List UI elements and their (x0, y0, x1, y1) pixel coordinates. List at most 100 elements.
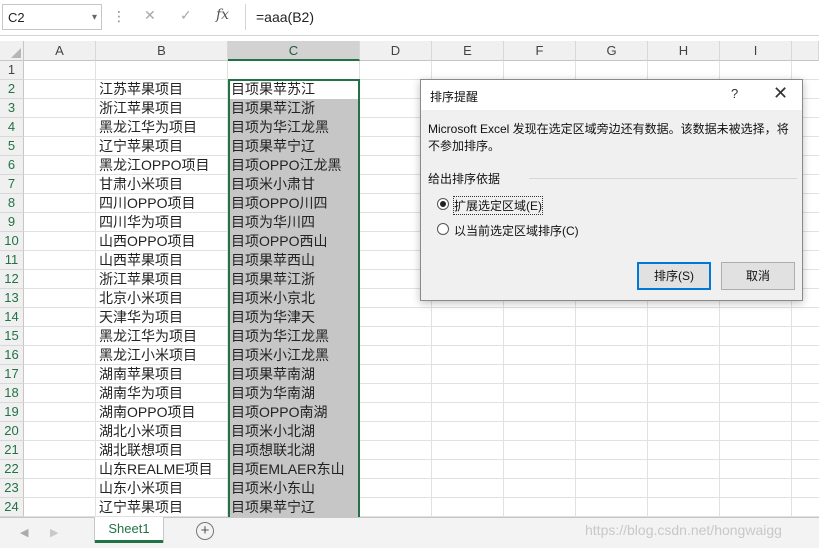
cell-b2[interactable]: 江苏苹果项目 (96, 80, 228, 99)
cell-b5[interactable]: 辽宁苹果项目 (96, 137, 228, 156)
cell-b22[interactable]: 山东REALME项目 (96, 460, 228, 479)
cancel-icon[interactable]: ✕ (144, 7, 156, 24)
row-header-14[interactable]: 14 (0, 308, 24, 327)
cell-b7[interactable]: 甘肃小米项目 (96, 175, 228, 194)
help-icon[interactable]: ? (731, 86, 738, 101)
cell-c20[interactable]: 目项米小北湖 (228, 422, 360, 441)
cell-b24[interactable]: 辽宁苹果项目 (96, 498, 228, 517)
row-header-10[interactable]: 10 (0, 232, 24, 251)
cell-c3[interactable]: 目项果苹江浙 (228, 99, 360, 118)
cell-b19[interactable]: 湖南OPPO项目 (96, 403, 228, 422)
cell-b23[interactable]: 山东小米项目 (96, 479, 228, 498)
column-header-e[interactable]: E (432, 41, 504, 61)
cancel-button[interactable]: 取消 (721, 262, 795, 290)
cell-c11[interactable]: 目项果苹西山 (228, 251, 360, 270)
expand-selection-label[interactable]: 扩展选定区域(E) (453, 196, 543, 215)
cell-c24[interactable]: 目项果苹宁辽 (228, 498, 360, 517)
row-header-1[interactable]: 1 (0, 61, 24, 80)
cell-b4[interactable]: 黑龙江华为项目 (96, 118, 228, 137)
row-header-5[interactable]: 5 (0, 137, 24, 156)
row-header-19[interactable]: 19 (0, 403, 24, 422)
row-header-12[interactable]: 12 (0, 270, 24, 289)
cell-c18[interactable]: 目项为华南湖 (228, 384, 360, 403)
cell-c10[interactable]: 目项OPPO西山 (228, 232, 360, 251)
row-header-24[interactable]: 24 (0, 498, 24, 517)
tab-sheet1[interactable]: Sheet1 (95, 517, 163, 543)
cell-c12[interactable]: 目项果苹江浙 (228, 270, 360, 289)
cell-c15[interactable]: 目项为华江龙黑 (228, 327, 360, 346)
row-header-13[interactable]: 13 (0, 289, 24, 308)
cell-b9[interactable]: 四川华为项目 (96, 213, 228, 232)
row-header-23[interactable]: 23 (0, 479, 24, 498)
column-header-i[interactable]: I (720, 41, 792, 61)
cell-b13[interactable]: 北京小米项目 (96, 289, 228, 308)
more-vertical-icon[interactable]: ⋮ (112, 8, 126, 25)
name-box[interactable]: C2 ▾ (2, 4, 102, 30)
cell-c4[interactable]: 目项为华江龙黑 (228, 118, 360, 137)
cell-b8[interactable]: 四川OPPO项目 (96, 194, 228, 213)
row-header-21[interactable]: 21 (0, 441, 24, 460)
row-header-18[interactable]: 18 (0, 384, 24, 403)
cell-b15[interactable]: 黑龙江华为项目 (96, 327, 228, 346)
insert-function-icon[interactable]: fx (216, 7, 229, 23)
sort-button[interactable]: 排序(S) (637, 262, 711, 290)
cell-b12[interactable]: 浙江苹果项目 (96, 270, 228, 289)
cell-c8[interactable]: 目项OPPO川四 (228, 194, 360, 213)
select-all-corner[interactable] (0, 41, 24, 61)
column-header-c[interactable]: C (228, 41, 360, 61)
column-header-b[interactable]: B (96, 41, 228, 61)
column-header-h[interactable]: H (648, 41, 720, 61)
enter-icon[interactable]: ✓ (180, 7, 192, 24)
current-selection-label[interactable]: 以当前选定区域排序(C) (454, 222, 579, 239)
row-header-17[interactable]: 17 (0, 365, 24, 384)
row-header-9[interactable]: 9 (0, 213, 24, 232)
column-header-a[interactable]: A (24, 41, 96, 61)
cell-c13[interactable]: 目项米小京北 (228, 289, 360, 308)
cell-b11[interactable]: 山西苹果项目 (96, 251, 228, 270)
row-header-22[interactable]: 22 (0, 460, 24, 479)
row-header-6[interactable]: 6 (0, 156, 24, 175)
cell-c9[interactable]: 目项为华川四 (228, 213, 360, 232)
chevron-down-icon[interactable]: ▾ (92, 12, 97, 23)
cell-c22[interactable]: 目项EMLAER东山 (228, 460, 360, 479)
row-header-7[interactable]: 7 (0, 175, 24, 194)
prev-sheet-icon[interactable]: ◀ (20, 526, 28, 539)
column-header-f[interactable]: F (504, 41, 576, 61)
cell-c16[interactable]: 目项米小江龙黑 (228, 346, 360, 365)
cell-c19[interactable]: 目项OPPO南湖 (228, 403, 360, 422)
row-header-11[interactable]: 11 (0, 251, 24, 270)
column-header-g[interactable]: G (576, 41, 648, 61)
add-sheet-button[interactable]: + (196, 522, 214, 540)
cell-b18[interactable]: 湖南华为项目 (96, 384, 228, 403)
cell-c2[interactable]: 目项果苹苏江 (228, 80, 360, 99)
expand-selection-radio[interactable] (437, 198, 449, 210)
row-header-20[interactable]: 20 (0, 422, 24, 441)
cell-c23[interactable]: 目项米小东山 (228, 479, 360, 498)
cell-b3[interactable]: 浙江苹果项目 (96, 99, 228, 118)
cell-c6[interactable]: 目项OPPO江龙黑 (228, 156, 360, 175)
cell-b16[interactable]: 黑龙江小米项目 (96, 346, 228, 365)
cell-b20[interactable]: 湖北小米项目 (96, 422, 228, 441)
current-selection-radio[interactable] (437, 223, 449, 235)
cell-c7[interactable]: 目项米小肃甘 (228, 175, 360, 194)
cell-b17[interactable]: 湖南苹果项目 (96, 365, 228, 384)
cell-b6[interactable]: 黑龙江OPPO项目 (96, 156, 228, 175)
row-header-4[interactable]: 4 (0, 118, 24, 137)
row-header-8[interactable]: 8 (0, 194, 24, 213)
cell-c21[interactable]: 目项想联北湖 (228, 441, 360, 460)
cell-c5[interactable]: 目项果苹宁辽 (228, 137, 360, 156)
row-header-15[interactable]: 15 (0, 327, 24, 346)
row-header-2[interactable]: 2 (0, 80, 24, 99)
row-header-16[interactable]: 16 (0, 346, 24, 365)
close-icon[interactable]: ✕ (773, 83, 788, 104)
cell-c17[interactable]: 目项果苹南湖 (228, 365, 360, 384)
column-header-d[interactable]: D (360, 41, 432, 61)
cell-b10[interactable]: 山西OPPO项目 (96, 232, 228, 251)
formula-input[interactable]: =aaa(B2) (245, 4, 819, 30)
next-sheet-icon[interactable]: ▶ (50, 526, 58, 539)
cell-c14[interactable]: 目项为华津天 (228, 308, 360, 327)
row-header-3[interactable]: 3 (0, 99, 24, 118)
column-header-partial[interactable] (792, 41, 819, 61)
cell-b21[interactable]: 湖北联想项目 (96, 441, 228, 460)
cell-b14[interactable]: 天津华为项目 (96, 308, 228, 327)
